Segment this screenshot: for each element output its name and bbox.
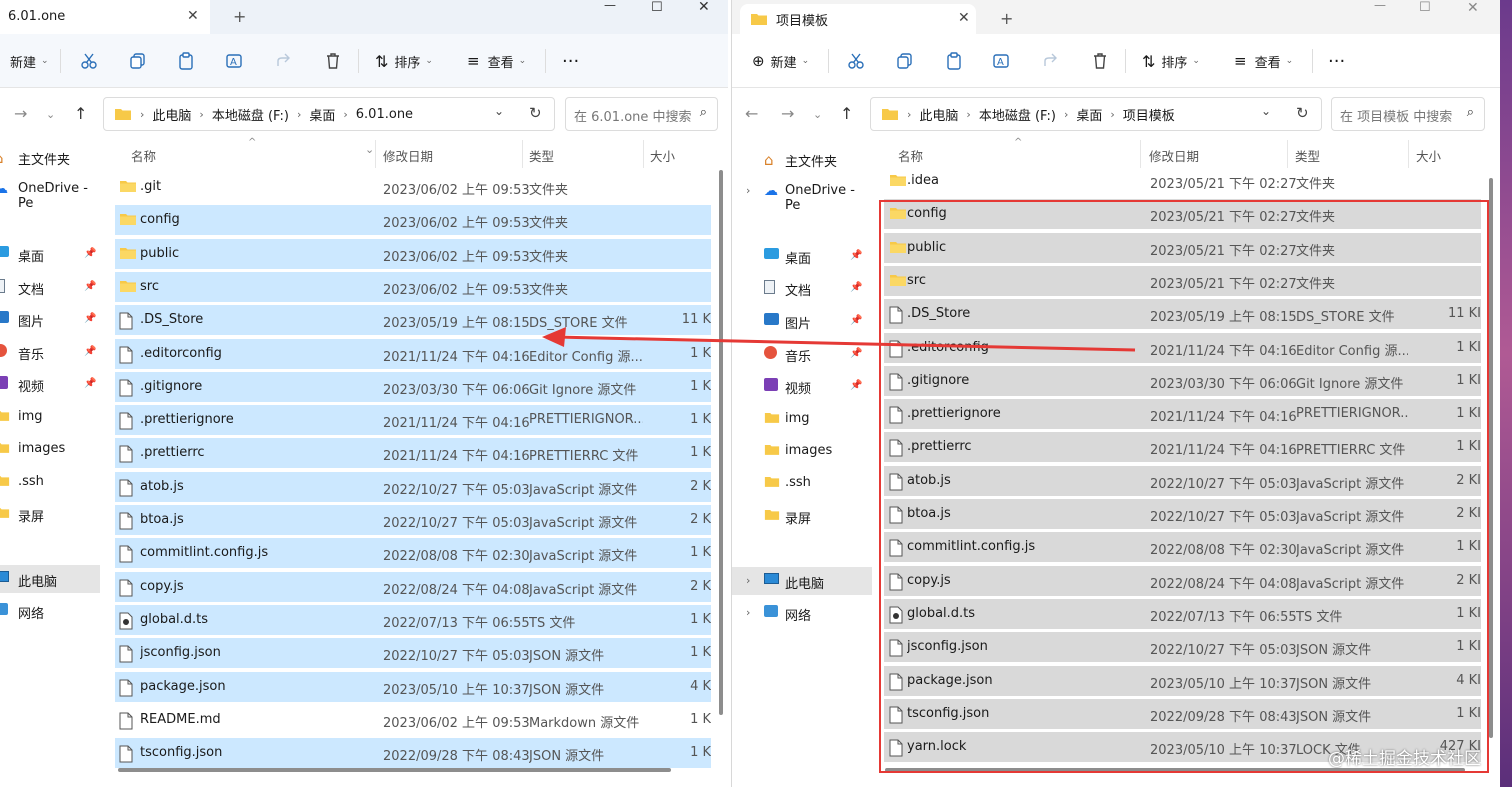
annotation-arrow	[542, 327, 1136, 352]
watermark: @稀土掘金技术社区	[1328, 749, 1481, 769]
